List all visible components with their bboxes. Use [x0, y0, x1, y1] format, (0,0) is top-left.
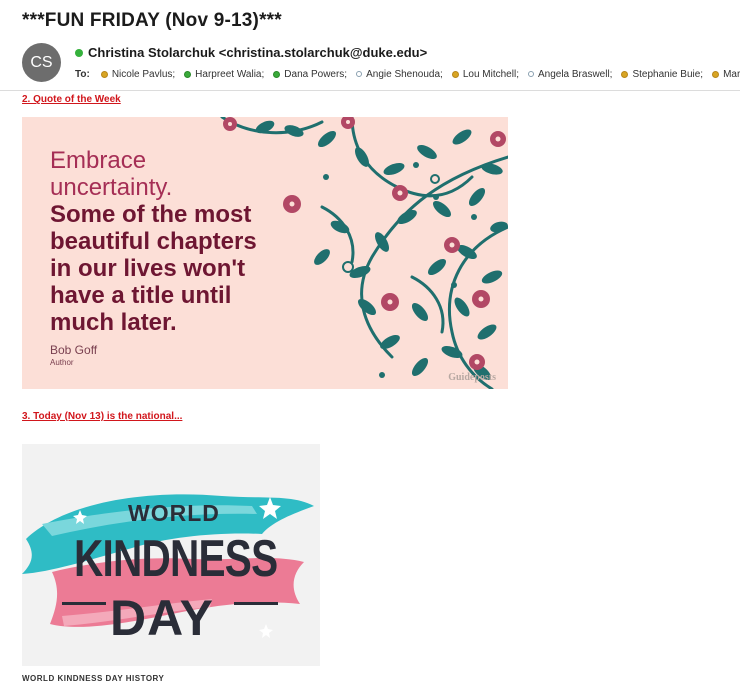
quote-line: Some of the most: [50, 201, 252, 228]
quote-line: have a title until: [50, 282, 232, 309]
recipient-name[interactable]: Angie Shenouda;: [366, 69, 443, 80]
recipients-row: To: Nicole Pavlus; Harpreet Walia; Dana …: [75, 67, 740, 81]
guideposts-watermark: Guideposts: [448, 372, 496, 383]
from-row[interactable]: Christina Stolarchuk <christina.stolarch…: [75, 45, 427, 60]
quote-line: uncertainty.: [50, 174, 173, 201]
presence-dot-icon: [712, 70, 720, 78]
day-text: DAY: [110, 590, 214, 646]
sender-avatar[interactable]: CS: [22, 43, 61, 82]
quote-line: beautiful chapters: [50, 228, 257, 255]
presence-dot-icon: [356, 71, 363, 77]
recipient[interactable]: Dana Powers;: [273, 69, 347, 80]
recipient-name[interactable]: Mar: [723, 69, 740, 80]
quote-line: Embrace: [50, 147, 147, 174]
presence-dot-icon: [527, 71, 534, 77]
recipient-name[interactable]: Dana Powers;: [284, 69, 347, 80]
email-subject: ***FUN FRIDAY (Nov 9-13)***: [22, 10, 282, 31]
quote-author: Bob Goff: [50, 343, 98, 357]
world-kindness-day-image: WORLD KINDNESS DAY: [22, 444, 320, 666]
quote-line: much later.: [50, 309, 177, 336]
recipient[interactable]: Angela Braswell;: [527, 69, 612, 80]
to-label: To:: [75, 68, 90, 80]
recipient[interactable]: Nicole Pavlus;: [100, 69, 175, 80]
header-divider: [0, 90, 740, 91]
presence-dot-icon: [100, 70, 108, 78]
recipient-name[interactable]: Nicole Pavlus;: [112, 69, 175, 80]
section-national-day-heading-link[interactable]: 3. Today (Nov 13) is the national...: [22, 411, 182, 422]
recipient-name[interactable]: Lou Mitchell;: [463, 69, 519, 80]
quote-author-role: Author: [50, 358, 74, 367]
quote-line: in our lives won't: [50, 255, 246, 282]
presence-indicator-icon: [75, 48, 83, 57]
presence-dot-icon: [184, 70, 192, 78]
recipient[interactable]: Harpreet Walia;: [184, 69, 264, 80]
recipient[interactable]: Mar: [712, 69, 740, 80]
avatar-initials: CS: [30, 53, 53, 71]
recipient[interactable]: Angie Shenouda;: [356, 69, 443, 80]
recipient-name[interactable]: Harpreet Walia;: [195, 69, 264, 80]
quote-text: Embrace uncertainty. Some of the most be…: [50, 147, 320, 336]
recipient-name[interactable]: Angela Braswell;: [538, 69, 612, 80]
presence-dot-icon: [273, 70, 281, 78]
section-quote-heading-link[interactable]: 2. Quote of the Week: [22, 94, 121, 105]
sender-name[interactable]: Christina Stolarchuk <christina.stolarch…: [88, 45, 427, 60]
presence-dot-icon: [451, 70, 459, 78]
recipient[interactable]: Lou Mitchell;: [451, 69, 519, 80]
quote-image: Embrace uncertainty. Some of the most be…: [22, 117, 508, 389]
recipient-name[interactable]: Stephanie Buie;: [632, 69, 703, 80]
kindness-text: KINDNESS: [74, 530, 278, 588]
recipient[interactable]: Stephanie Buie;: [621, 69, 703, 80]
world-text: WORLD: [128, 500, 220, 526]
presence-dot-icon: [621, 70, 629, 78]
